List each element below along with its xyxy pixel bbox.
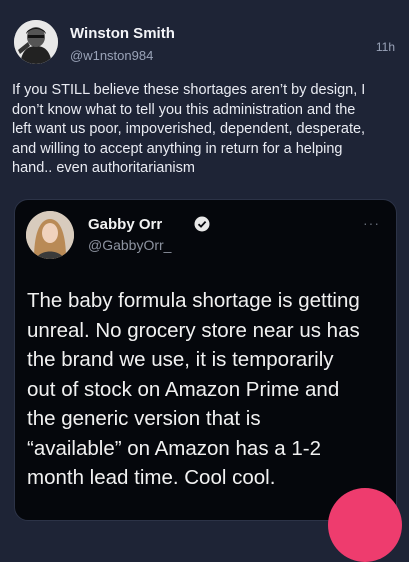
embedded-post-text: The baby formula shortage is getting unr… <box>27 286 396 493</box>
post-text-line: hand.. even authoritarianism <box>12 160 195 176</box>
post-text-line: and willing to accept anything in return… <box>12 140 343 157</box>
post-header: Winston Smith @w1nston984 11h <box>0 0 409 80</box>
post-timestamp: 11h <box>375 40 395 54</box>
embedded-author-avatar[interactable] <box>26 211 74 259</box>
embedded-post[interactable]: Gabby Orr @GabbyOrr_ ··· The baby formul… <box>14 199 397 521</box>
embedded-author-handle[interactable]: @GabbyOrr_ <box>88 237 171 253</box>
author-name[interactable]: Winston Smith <box>70 25 175 42</box>
author-avatar[interactable] <box>14 20 58 64</box>
embedded-text-line: out of stock on Amazon Prime and <box>27 377 340 401</box>
more-options-icon[interactable]: ··· <box>363 215 380 231</box>
embedded-text-line: The baby formula shortage is getting <box>27 289 360 312</box>
embedded-text-line: unreal. No grocery store near us has <box>27 318 360 342</box>
floating-action-button[interactable] <box>328 488 402 562</box>
author-handle[interactable]: @w1nston984 <box>70 48 153 63</box>
embedded-text-line: month lead time. Cool cool. <box>27 466 276 489</box>
embedded-text-line: “available” on Amazon has a 1-2 <box>27 436 322 460</box>
post-text-line: don’t know what to tell you this adminis… <box>12 101 356 118</box>
post-text: If you STILL believe these shortages are… <box>12 81 402 179</box>
post-text-line: If you STILL believe these shortages are… <box>12 82 366 98</box>
embedded-text-line: the generic version that is <box>27 407 261 430</box>
embedded-text-line: the brand we use, it is temporarily <box>27 348 334 371</box>
post-text-line: left want us poor, impoverished, depende… <box>12 121 366 137</box>
verified-badge-icon <box>194 216 210 232</box>
embedded-author-name[interactable]: Gabby Orr <box>88 216 162 233</box>
